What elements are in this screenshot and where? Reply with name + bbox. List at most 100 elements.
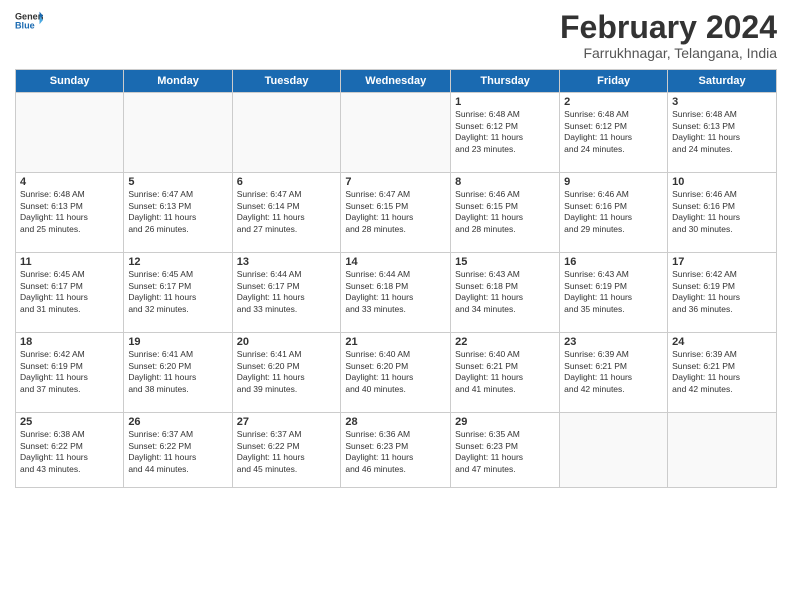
calendar-cell: 1Sunrise: 6:48 AM Sunset: 6:12 PM Daylig… bbox=[451, 93, 560, 173]
day-number: 5 bbox=[128, 176, 227, 188]
day-info: Sunrise: 6:38 AM Sunset: 6:22 PM Dayligh… bbox=[20, 429, 119, 475]
day-info: Sunrise: 6:44 AM Sunset: 6:17 PM Dayligh… bbox=[237, 269, 337, 315]
col-tuesday: Tuesday bbox=[232, 70, 341, 93]
day-number: 29 bbox=[455, 416, 555, 428]
calendar-cell bbox=[232, 93, 341, 173]
day-number: 21 bbox=[345, 336, 446, 348]
day-number: 14 bbox=[345, 256, 446, 268]
calendar-week-1: 1Sunrise: 6:48 AM Sunset: 6:12 PM Daylig… bbox=[16, 93, 777, 173]
day-number: 6 bbox=[237, 176, 337, 188]
calendar-cell: 12Sunrise: 6:45 AM Sunset: 6:17 PM Dayli… bbox=[124, 253, 232, 333]
day-number: 4 bbox=[20, 176, 119, 188]
calendar-header: Sunday Monday Tuesday Wednesday Thursday… bbox=[16, 70, 777, 93]
calendar-cell: 21Sunrise: 6:40 AM Sunset: 6:20 PM Dayli… bbox=[341, 333, 451, 413]
calendar-cell: 18Sunrise: 6:42 AM Sunset: 6:19 PM Dayli… bbox=[16, 333, 124, 413]
day-info: Sunrise: 6:40 AM Sunset: 6:21 PM Dayligh… bbox=[455, 349, 555, 395]
calendar-cell: 23Sunrise: 6:39 AM Sunset: 6:21 PM Dayli… bbox=[560, 333, 668, 413]
day-number: 8 bbox=[455, 176, 555, 188]
day-number: 24 bbox=[672, 336, 772, 348]
day-info: Sunrise: 6:37 AM Sunset: 6:22 PM Dayligh… bbox=[237, 429, 337, 475]
day-info: Sunrise: 6:40 AM Sunset: 6:20 PM Dayligh… bbox=[345, 349, 446, 395]
day-info: Sunrise: 6:39 AM Sunset: 6:21 PM Dayligh… bbox=[564, 349, 663, 395]
day-info: Sunrise: 6:45 AM Sunset: 6:17 PM Dayligh… bbox=[20, 269, 119, 315]
calendar-cell: 8Sunrise: 6:46 AM Sunset: 6:15 PM Daylig… bbox=[451, 173, 560, 253]
day-info: Sunrise: 6:42 AM Sunset: 6:19 PM Dayligh… bbox=[672, 269, 772, 315]
title-block: February 2024 Farrukhnagar, Telangana, I… bbox=[560, 10, 777, 61]
calendar-cell: 6Sunrise: 6:47 AM Sunset: 6:14 PM Daylig… bbox=[232, 173, 341, 253]
calendar-cell: 3Sunrise: 6:48 AM Sunset: 6:13 PM Daylig… bbox=[668, 93, 777, 173]
day-number: 20 bbox=[237, 336, 337, 348]
calendar-cell: 5Sunrise: 6:47 AM Sunset: 6:13 PM Daylig… bbox=[124, 173, 232, 253]
day-info: Sunrise: 6:44 AM Sunset: 6:18 PM Dayligh… bbox=[345, 269, 446, 315]
day-info: Sunrise: 6:46 AM Sunset: 6:15 PM Dayligh… bbox=[455, 189, 555, 235]
day-number: 27 bbox=[237, 416, 337, 428]
day-info: Sunrise: 6:36 AM Sunset: 6:23 PM Dayligh… bbox=[345, 429, 446, 475]
calendar-cell: 22Sunrise: 6:40 AM Sunset: 6:21 PM Dayli… bbox=[451, 333, 560, 413]
calendar-cell bbox=[668, 413, 777, 488]
day-number: 18 bbox=[20, 336, 119, 348]
calendar-cell: 14Sunrise: 6:44 AM Sunset: 6:18 PM Dayli… bbox=[341, 253, 451, 333]
day-number: 2 bbox=[564, 96, 663, 108]
day-number: 23 bbox=[564, 336, 663, 348]
day-info: Sunrise: 6:43 AM Sunset: 6:19 PM Dayligh… bbox=[564, 269, 663, 315]
day-info: Sunrise: 6:47 AM Sunset: 6:15 PM Dayligh… bbox=[345, 189, 446, 235]
day-number: 12 bbox=[128, 256, 227, 268]
svg-text:Blue: Blue bbox=[15, 20, 35, 30]
day-info: Sunrise: 6:47 AM Sunset: 6:13 PM Dayligh… bbox=[128, 189, 227, 235]
day-number: 22 bbox=[455, 336, 555, 348]
col-saturday: Saturday bbox=[668, 70, 777, 93]
col-sunday: Sunday bbox=[16, 70, 124, 93]
calendar-cell: 11Sunrise: 6:45 AM Sunset: 6:17 PM Dayli… bbox=[16, 253, 124, 333]
header-row: Sunday Monday Tuesday Wednesday Thursday… bbox=[16, 70, 777, 93]
calendar-cell: 7Sunrise: 6:47 AM Sunset: 6:15 PM Daylig… bbox=[341, 173, 451, 253]
calendar-table: Sunday Monday Tuesday Wednesday Thursday… bbox=[15, 69, 777, 488]
day-number: 19 bbox=[128, 336, 227, 348]
calendar-cell: 20Sunrise: 6:41 AM Sunset: 6:20 PM Dayli… bbox=[232, 333, 341, 413]
calendar-cell: 2Sunrise: 6:48 AM Sunset: 6:12 PM Daylig… bbox=[560, 93, 668, 173]
subtitle: Farrukhnagar, Telangana, India bbox=[560, 45, 777, 61]
col-friday: Friday bbox=[560, 70, 668, 93]
day-number: 11 bbox=[20, 256, 119, 268]
logo: General Blue bbox=[15, 10, 43, 30]
day-number: 13 bbox=[237, 256, 337, 268]
day-info: Sunrise: 6:46 AM Sunset: 6:16 PM Dayligh… bbox=[564, 189, 663, 235]
day-number: 28 bbox=[345, 416, 446, 428]
day-info: Sunrise: 6:46 AM Sunset: 6:16 PM Dayligh… bbox=[672, 189, 772, 235]
page: General Blue February 2024 Farrukhnagar,… bbox=[0, 0, 792, 612]
calendar-cell: 17Sunrise: 6:42 AM Sunset: 6:19 PM Dayli… bbox=[668, 253, 777, 333]
day-info: Sunrise: 6:48 AM Sunset: 6:13 PM Dayligh… bbox=[20, 189, 119, 235]
day-info: Sunrise: 6:45 AM Sunset: 6:17 PM Dayligh… bbox=[128, 269, 227, 315]
day-info: Sunrise: 6:39 AM Sunset: 6:21 PM Dayligh… bbox=[672, 349, 772, 395]
calendar-cell bbox=[124, 93, 232, 173]
col-wednesday: Wednesday bbox=[341, 70, 451, 93]
calendar-cell: 29Sunrise: 6:35 AM Sunset: 6:23 PM Dayli… bbox=[451, 413, 560, 488]
day-info: Sunrise: 6:35 AM Sunset: 6:23 PM Dayligh… bbox=[455, 429, 555, 475]
calendar-body: 1Sunrise: 6:48 AM Sunset: 6:12 PM Daylig… bbox=[16, 93, 777, 488]
day-info: Sunrise: 6:41 AM Sunset: 6:20 PM Dayligh… bbox=[128, 349, 227, 395]
day-number: 10 bbox=[672, 176, 772, 188]
calendar-cell: 26Sunrise: 6:37 AM Sunset: 6:22 PM Dayli… bbox=[124, 413, 232, 488]
calendar-cell: 4Sunrise: 6:48 AM Sunset: 6:13 PM Daylig… bbox=[16, 173, 124, 253]
col-thursday: Thursday bbox=[451, 70, 560, 93]
day-info: Sunrise: 6:42 AM Sunset: 6:19 PM Dayligh… bbox=[20, 349, 119, 395]
calendar-cell: 10Sunrise: 6:46 AM Sunset: 6:16 PM Dayli… bbox=[668, 173, 777, 253]
calendar-week-5: 25Sunrise: 6:38 AM Sunset: 6:22 PM Dayli… bbox=[16, 413, 777, 488]
calendar-cell: 15Sunrise: 6:43 AM Sunset: 6:18 PM Dayli… bbox=[451, 253, 560, 333]
calendar-cell bbox=[16, 93, 124, 173]
col-monday: Monday bbox=[124, 70, 232, 93]
day-number: 16 bbox=[564, 256, 663, 268]
day-number: 25 bbox=[20, 416, 119, 428]
calendar-cell bbox=[341, 93, 451, 173]
calendar-cell: 19Sunrise: 6:41 AM Sunset: 6:20 PM Dayli… bbox=[124, 333, 232, 413]
day-info: Sunrise: 6:37 AM Sunset: 6:22 PM Dayligh… bbox=[128, 429, 227, 475]
calendar-cell: 24Sunrise: 6:39 AM Sunset: 6:21 PM Dayli… bbox=[668, 333, 777, 413]
main-title: February 2024 bbox=[560, 10, 777, 45]
calendar-week-4: 18Sunrise: 6:42 AM Sunset: 6:19 PM Dayli… bbox=[16, 333, 777, 413]
day-number: 7 bbox=[345, 176, 446, 188]
calendar-week-3: 11Sunrise: 6:45 AM Sunset: 6:17 PM Dayli… bbox=[16, 253, 777, 333]
day-number: 1 bbox=[455, 96, 555, 108]
day-number: 17 bbox=[672, 256, 772, 268]
logo-icon: General Blue bbox=[15, 10, 43, 30]
day-number: 9 bbox=[564, 176, 663, 188]
day-info: Sunrise: 6:43 AM Sunset: 6:18 PM Dayligh… bbox=[455, 269, 555, 315]
